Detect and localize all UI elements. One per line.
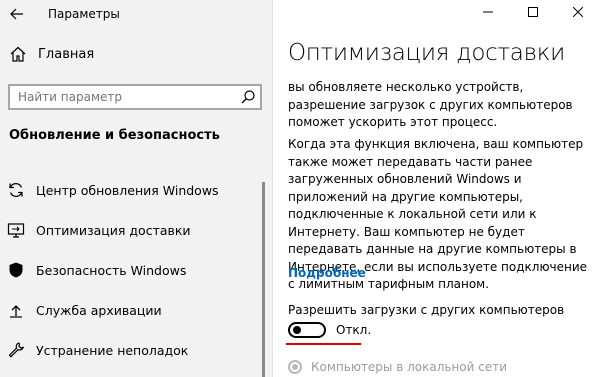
minimize-button[interactable]: [465, 0, 510, 22]
close-icon: [572, 2, 583, 21]
search-icon[interactable]: [240, 89, 256, 105]
sidebar: Параметры Главная Обновление и безопасно…: [0, 0, 272, 377]
search-box[interactable]: [8, 84, 262, 110]
sidebar-item-home[interactable]: Главная: [9, 45, 94, 63]
section-title: Обновление и безопасность: [9, 128, 220, 143]
delivery-optimization-icon: [7, 221, 25, 239]
highlight-underline: [286, 343, 361, 345]
home-icon: [9, 45, 27, 63]
page-title: Оптимизация доставки: [288, 40, 565, 66]
description-paragraph: вы обновляете несколько устройств, разре…: [288, 80, 573, 129]
maximize-icon: [527, 2, 538, 21]
radio-button[interactable]: [288, 360, 302, 374]
wrench-icon: [7, 341, 25, 359]
titlebar-left: Параметры: [10, 3, 120, 25]
sidebar-item-windows-update[interactable]: Центр обновления Windows: [7, 170, 219, 210]
sidebar-item-label: Оптимизация доставки: [36, 222, 191, 238]
allow-downloads-toggle[interactable]: [288, 322, 326, 338]
maximize-button[interactable]: [510, 0, 555, 22]
home-label: Главная: [38, 46, 95, 62]
toggle-state-label: Откл.: [336, 323, 372, 337]
sidebar-item-delivery-optimization[interactable]: Оптимизация доставки: [7, 210, 219, 250]
sidebar-item-troubleshoot[interactable]: Устранение неполадок: [7, 330, 219, 370]
nav-list: Центр обновления Windows Оптимизация дос…: [7, 170, 219, 370]
sync-icon: [7, 181, 25, 199]
window-controls: [465, 0, 600, 22]
sidebar-item-label: Служба архивации: [36, 302, 162, 318]
sidebar-item-label: Центр обновления Windows: [36, 182, 219, 198]
sidebar-item-backup[interactable]: Служба архивации: [7, 290, 219, 330]
radio-label: Компьютеры в локальной сети: [311, 360, 508, 374]
sidebar-item-label: Безопасность Windows: [36, 262, 187, 278]
sidebar-divider: [272, 0, 273, 377]
app-title: Параметры: [48, 7, 120, 21]
sidebar-scrollbar[interactable]: [262, 182, 265, 377]
back-arrow-icon[interactable]: [10, 6, 28, 22]
radio-local-network[interactable]: Компьютеры в локальной сети: [288, 360, 507, 374]
learn-more-link[interactable]: Подробнее: [288, 266, 366, 280]
shield-icon: [7, 261, 25, 279]
backup-icon: [7, 301, 25, 319]
sidebar-item-label: Устранение неполадок: [36, 342, 189, 358]
toggle-label: Разрешить загрузки с других компьютеров: [288, 303, 565, 317]
toggle-knob: [293, 326, 301, 334]
sidebar-item-windows-security[interactable]: Безопасность Windows: [7, 250, 219, 290]
close-button[interactable]: [555, 0, 600, 22]
search-input[interactable]: [16, 89, 240, 105]
minimize-icon: [482, 2, 493, 21]
